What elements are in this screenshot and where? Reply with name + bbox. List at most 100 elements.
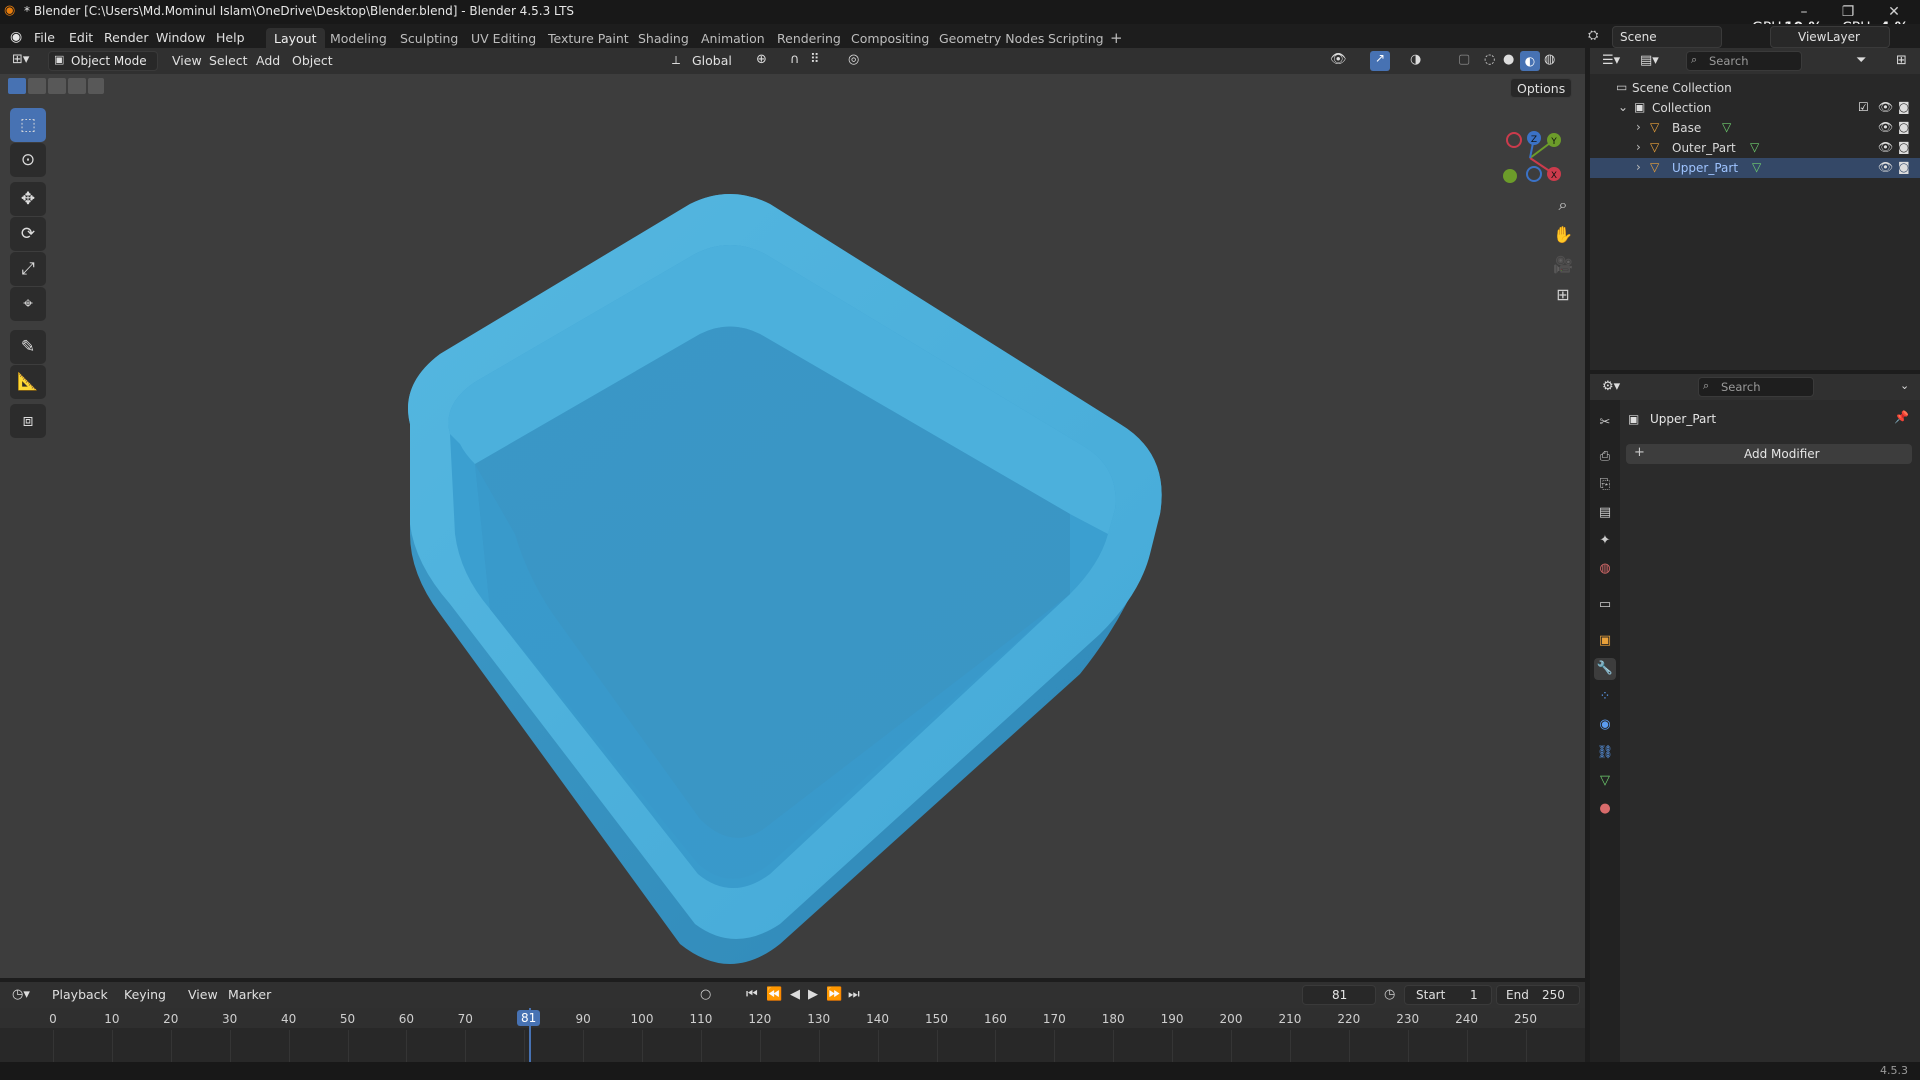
tool-tab-icon[interactable]: ✂	[1594, 412, 1616, 434]
measure-tool[interactable]: 📐	[10, 365, 46, 399]
tab-layout[interactable]: Layout	[266, 28, 325, 50]
outliner-row-outer-part[interactable]: › ▽ Outer_Part ▽ 👁 ◙	[1590, 138, 1920, 158]
proportional-edit-icon[interactable]: ◎	[848, 52, 859, 67]
add-cube-tool[interactable]: ⧈	[10, 404, 46, 438]
menu-window[interactable]: Window	[156, 30, 205, 45]
menu-timeline-view[interactable]: View	[182, 985, 224, 1005]
select-invert-icon[interactable]	[68, 78, 86, 94]
auto-keying-icon[interactable]: ○	[700, 987, 711, 1002]
camera-view-icon[interactable]: 🎥	[1550, 252, 1576, 278]
options-dropdown[interactable]: Options	[1510, 78, 1573, 98]
collection-render-icon[interactable]: ◙	[1898, 100, 1910, 114]
display-mode-icon[interactable]: ▤▾	[1640, 53, 1659, 68]
xray-toggle-icon[interactable]: ▢	[1458, 52, 1470, 67]
pan-hand-icon[interactable]: ✋	[1550, 222, 1576, 248]
menu-render[interactable]: Render	[104, 30, 149, 45]
expand-base-icon[interactable]: ›	[1636, 120, 1641, 134]
select-new-icon[interactable]	[8, 78, 26, 94]
preview-range-icon[interactable]: ◷	[1384, 987, 1395, 1002]
add-workspace-icon[interactable]: +	[1110, 29, 1123, 47]
expand-upper-part-icon[interactable]: ›	[1636, 160, 1641, 174]
scene-icon[interactable]: ⛭	[1588, 28, 1598, 43]
tab-rendering[interactable]: Rendering	[769, 28, 849, 50]
expand-collection-icon[interactable]: ⌄	[1618, 100, 1628, 114]
annotate-tool[interactable]: ✎	[10, 330, 46, 364]
collection-checkbox-icon[interactable]: ☑	[1858, 100, 1869, 114]
shading-solid-icon[interactable]: ●	[1503, 52, 1514, 67]
snap-grid-icon[interactable]: ⠿	[810, 52, 820, 67]
shading-rendered-icon[interactable]: ◍	[1544, 52, 1555, 67]
jump-start-icon[interactable]: ⏮	[746, 987, 758, 1002]
view-layer-tab-icon[interactable]: ▤	[1594, 502, 1616, 524]
pin-icon[interactable]: 📌	[1894, 410, 1909, 424]
select-extend-icon[interactable]	[28, 78, 46, 94]
filter-icon[interactable]: ⏷	[1856, 53, 1866, 68]
outliner-row-scene-collection[interactable]: ▭ Scene Collection	[1590, 78, 1920, 98]
menu-file[interactable]: File	[34, 30, 55, 45]
menu-add[interactable]: Add	[250, 51, 286, 71]
playhead-frame-badge[interactable]: 81	[517, 1010, 541, 1026]
overlay-toggle-icon[interactable]: ◑	[1410, 52, 1421, 67]
maximize-button[interactable]: ❐	[1830, 2, 1866, 22]
close-button[interactable]: ✕	[1876, 2, 1912, 22]
snap-magnet-icon[interactable]: ∩	[790, 52, 800, 67]
menu-object[interactable]: Object	[286, 51, 339, 71]
tab-shading[interactable]: Shading	[630, 28, 697, 50]
select-mode-buttons[interactable]	[8, 78, 104, 94]
timeline-editor-icon[interactable]: ◷▾	[12, 987, 30, 1002]
jump-next-key-icon[interactable]: ⏩	[826, 987, 842, 1002]
scale-tool[interactable]: ⤢	[10, 252, 46, 286]
outliner-row-collection[interactable]: ⌄ ▣ Collection ☑ 👁 ◙	[1590, 98, 1920, 118]
outer-part-visibility-icon[interactable]: 👁	[1878, 140, 1893, 154]
gizmo-toggle-icon[interactable]: ↗	[1370, 51, 1390, 71]
jump-end-icon[interactable]: ⏭	[848, 987, 860, 1002]
output-tab-icon[interactable]: ⎘	[1594, 474, 1616, 496]
upper-part-render-icon[interactable]: ◙	[1898, 160, 1910, 174]
minimize-button[interactable]: –	[1786, 2, 1822, 22]
collection-visibility-icon[interactable]: 👁	[1878, 100, 1893, 114]
collection-tab-icon[interactable]: ▭	[1594, 594, 1616, 616]
data-tab-icon[interactable]: ▽	[1594, 770, 1616, 792]
outliner-editor-icon[interactable]: ☰▾	[1602, 53, 1620, 68]
transform-tool[interactable]: ⌖	[10, 287, 46, 321]
outliner-row-upper-part[interactable]: › ▽ Upper_Part ▽ 👁 ◙	[1590, 158, 1920, 178]
tab-texture-paint[interactable]: Texture Paint	[540, 28, 637, 50]
editor-type-icon[interactable]: ⊞▾	[12, 52, 29, 67]
properties-editor-icon[interactable]: ⚙▾	[1602, 379, 1620, 394]
jump-prev-key-icon[interactable]: ⏪	[766, 987, 782, 1002]
move-tool[interactable]: ✥	[10, 182, 46, 216]
base-visibility-icon[interactable]: 👁	[1878, 120, 1893, 134]
blender-menu-icon[interactable]: ◉	[10, 29, 22, 45]
play-reverse-icon[interactable]: ◀	[790, 987, 800, 1002]
add-modifier-button[interactable]: + Add Modifier	[1626, 444, 1912, 464]
world-tab-icon[interactable]: ◍	[1594, 558, 1616, 580]
tab-compositing[interactable]: Compositing	[843, 28, 937, 50]
material-tab-icon[interactable]: ●	[1594, 798, 1616, 820]
visibility-icon[interactable]: 👁	[1330, 52, 1347, 67]
transform-orientation-dropdown[interactable]: Global	[686, 51, 738, 71]
shading-wireframe-icon[interactable]: ◌	[1484, 52, 1495, 67]
tab-modeling[interactable]: Modeling	[322, 28, 395, 50]
menu-help[interactable]: Help	[216, 30, 245, 45]
expand-outer-part-icon[interactable]: ›	[1636, 140, 1641, 154]
upper-part-visibility-icon[interactable]: 👁	[1878, 160, 1893, 174]
menu-keying[interactable]: Keying	[118, 985, 172, 1005]
navigation-gizmo[interactable]: Y X Z	[1490, 118, 1570, 198]
tab-animation[interactable]: Animation	[693, 28, 773, 50]
pivot-icon[interactable]: ⊕	[756, 52, 767, 67]
constraints-tab-icon[interactable]: ⛓	[1594, 742, 1616, 764]
play-icon[interactable]: ▶	[808, 987, 818, 1002]
base-render-icon[interactable]: ◙	[1898, 120, 1910, 134]
tab-scripting[interactable]: Scripting	[1040, 28, 1112, 50]
cursor-tool[interactable]: ⊙	[10, 143, 46, 177]
tab-geometry-nodes[interactable]: Geometry Nodes	[931, 28, 1052, 50]
select-intersect-icon[interactable]	[88, 78, 104, 94]
upper-part-mesh[interactable]	[380, 154, 1180, 974]
menu-edit[interactable]: Edit	[69, 30, 93, 45]
menu-playback[interactable]: Playback	[46, 985, 114, 1005]
scene-tab-icon[interactable]: ✦	[1594, 530, 1616, 552]
outliner-row-base[interactable]: › ▽ Base ▽ 👁 ◙	[1590, 118, 1920, 138]
menu-marker[interactable]: Marker	[222, 985, 277, 1005]
shading-material-icon[interactable]: ◐	[1520, 51, 1540, 71]
modifier-tab-icon[interactable]: 🔧	[1594, 658, 1616, 680]
